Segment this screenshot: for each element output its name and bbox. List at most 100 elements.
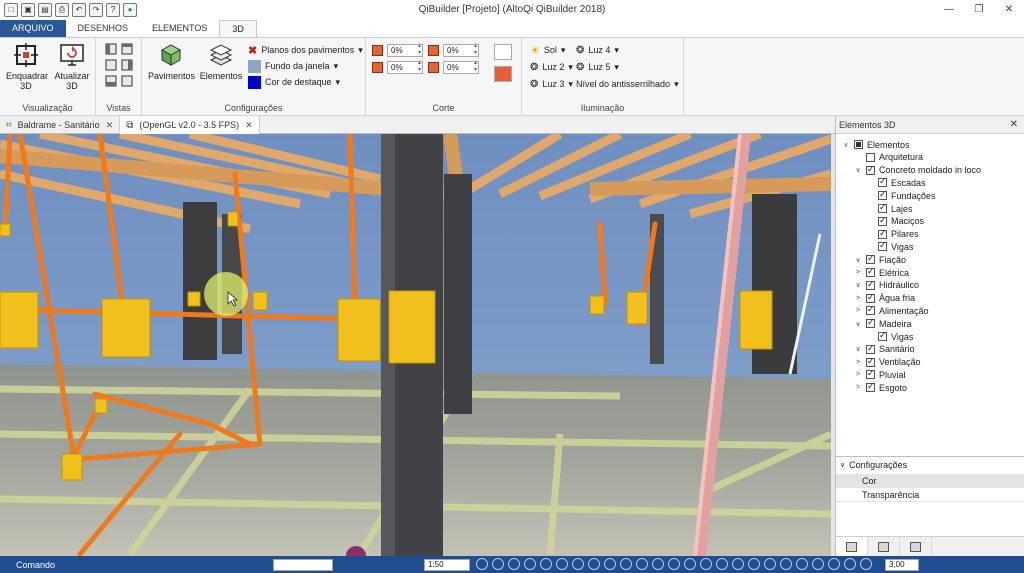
restore-button[interactable]: ❐: [964, 0, 994, 20]
expand-caret-icon[interactable]: >: [854, 269, 862, 276]
expand-caret-icon[interactable]: >: [854, 295, 862, 302]
tree-item-checkbox[interactable]: [878, 176, 887, 188]
expand-caret-icon[interactable]: >: [854, 307, 862, 314]
tree-item-checkbox[interactable]: [878, 189, 887, 201]
zoom-window-icon[interactable]: [476, 558, 488, 570]
osnap-icon[interactable]: [636, 558, 648, 570]
update-icon[interactable]: ●: [123, 3, 137, 17]
antisserrilhado-button[interactable]: Nível do antisserrilhado ▾: [576, 77, 679, 91]
tree-item-checkbox[interactable]: [866, 368, 875, 380]
3d-scene[interactable]: [0, 134, 831, 556]
tree-item[interactable]: Maciços: [866, 215, 924, 228]
expand-caret-icon[interactable]: ∨: [854, 256, 862, 264]
config-header[interactable]: ∨ Configurações: [836, 457, 1024, 474]
tree-item[interactable]: ∨ Madeira: [854, 317, 911, 330]
elementos-button[interactable]: Elementos: [198, 42, 244, 81]
tree-item[interactable]: Vigas: [866, 330, 913, 343]
expand-caret-icon[interactable]: >: [854, 371, 862, 378]
tab-desenhos[interactable]: DESENHOS: [66, 20, 141, 37]
expand-caret-icon[interactable]: >: [854, 359, 862, 366]
close-icon[interactable]: [844, 558, 856, 570]
measure-icon[interactable]: [668, 558, 680, 570]
doc-tab-baldrame[interactable]: ⌗ Baldrame - Sanitário ✕: [0, 116, 121, 134]
tree-item[interactable]: ∨ Sanitário: [854, 343, 914, 356]
expand-caret-icon[interactable]: ∨: [842, 141, 850, 149]
corte-y-min-input[interactable]: 0%: [387, 60, 423, 74]
close-button[interactable]: ✕: [994, 0, 1024, 20]
view-cubes-icon[interactable]: [104, 42, 136, 92]
view-icon[interactable]: [828, 558, 840, 570]
expand-caret-icon[interactable]: ∨: [854, 166, 862, 174]
tree-item-checkbox[interactable]: [866, 253, 875, 265]
section-box-button[interactable]: [494, 44, 512, 60]
tree-item[interactable]: ∨ Concreto moldado in loco: [854, 164, 981, 177]
refresh-icon[interactable]: [860, 558, 872, 570]
panel-tab-tree[interactable]: [836, 537, 868, 556]
polar-icon[interactable]: [620, 558, 632, 570]
corte-x-min-input[interactable]: 0%: [387, 43, 423, 57]
tree-item[interactable]: > Elétrica: [854, 266, 909, 279]
settings-icon[interactable]: [652, 558, 664, 570]
tree-item[interactable]: > Ventilação: [854, 356, 921, 369]
tree-item-checkbox[interactable]: [866, 279, 875, 290]
new-icon[interactable]: □: [4, 3, 18, 17]
tree-item[interactable]: Fundações: [866, 189, 936, 202]
undo-icon[interactable]: ↶: [72, 3, 86, 17]
tree-item-checkbox[interactable]: [866, 164, 875, 175]
expand-caret-icon[interactable]: ∨: [854, 281, 862, 289]
redo-icon[interactable]: ↷: [89, 3, 103, 17]
tree-item[interactable]: Arquitetura: [854, 151, 923, 164]
expand-caret-icon[interactable]: >: [854, 384, 862, 391]
snap-icon[interactable]: [572, 558, 584, 570]
zoom-value-input[interactable]: 3,00: [885, 559, 919, 571]
pan-icon[interactable]: [556, 558, 568, 570]
tree-item[interactable]: > Esgoto: [854, 381, 907, 394]
close-tab-icon[interactable]: ✕: [106, 120, 114, 131]
close-tab-icon[interactable]: ✕: [245, 120, 253, 131]
command-input[interactable]: [273, 559, 333, 571]
planos-dos-pavimentos-button[interactable]: ✖ Planos dos pavimentos ▾: [248, 43, 363, 57]
ortho-icon[interactable]: [604, 558, 616, 570]
tree-item-checkbox[interactable]: [866, 343, 875, 354]
tree-item[interactable]: ∨ Elementos: [842, 138, 909, 151]
open-icon[interactable]: ▣: [21, 3, 35, 17]
tab-3d[interactable]: 3D: [219, 20, 257, 37]
tree-item[interactable]: ∨ Hidráulico: [854, 279, 919, 292]
tab-elementos[interactable]: ELEMENTOS: [140, 20, 219, 37]
tree-item-checkbox[interactable]: [866, 266, 875, 277]
3d-viewport[interactable]: [0, 134, 831, 556]
atualizar-3d-button[interactable]: Atualizar 3D: [52, 42, 92, 91]
render-icon[interactable]: [716, 558, 728, 570]
doc-tab-opengl[interactable]: ⧉ (OpenGL v2.0 - 3.5 FPS) ✕: [120, 116, 260, 134]
layer-icon[interactable]: [684, 558, 696, 570]
sol-button[interactable]: ☀ Sol ▾: [530, 43, 565, 57]
save-icon[interactable]: ▤: [38, 3, 52, 17]
luz5-button[interactable]: ❂ Luz 5 ▾: [576, 60, 619, 74]
tree-item-checkbox[interactable]: [866, 152, 875, 162]
tree-item[interactable]: ∨ Fiação: [854, 253, 906, 266]
expand-caret-icon[interactable]: ∨: [854, 320, 862, 328]
tree-item[interactable]: Vigas: [866, 240, 913, 253]
tree-item[interactable]: > Alimentação: [854, 304, 929, 317]
cor-de-destaque-button[interactable]: Cor de destaque ▾: [248, 75, 340, 89]
tree-item-checkbox[interactable]: [866, 304, 875, 316]
zoom-previous-icon[interactable]: [540, 558, 552, 570]
help-icon[interactable]: ?: [106, 3, 120, 17]
luz4-button[interactable]: ❂ Luz 4 ▾: [576, 43, 619, 57]
grid-icon[interactable]: [588, 558, 600, 570]
config-row-cor[interactable]: Cor: [836, 474, 1024, 488]
panel-tab-3d[interactable]: [868, 537, 900, 556]
section-icon[interactable]: [748, 558, 760, 570]
pavimentos-button[interactable]: Pavimentos: [148, 42, 195, 81]
tree-item-checkbox[interactable]: [866, 317, 875, 329]
walk-icon[interactable]: [796, 558, 808, 570]
tree-item-checkbox[interactable]: [878, 228, 887, 239]
panel-tab-layers[interactable]: [900, 537, 932, 556]
tree-item[interactable]: > Pluvial: [854, 368, 906, 381]
tree-item-checkbox[interactable]: [878, 202, 887, 213]
tree-item[interactable]: Escadas: [866, 176, 926, 189]
tree-item-checkbox[interactable]: [878, 240, 887, 252]
tree-item-checkbox[interactable]: [866, 356, 875, 367]
orbit-icon[interactable]: [780, 558, 792, 570]
tree-item-checkbox[interactable]: [854, 140, 863, 149]
